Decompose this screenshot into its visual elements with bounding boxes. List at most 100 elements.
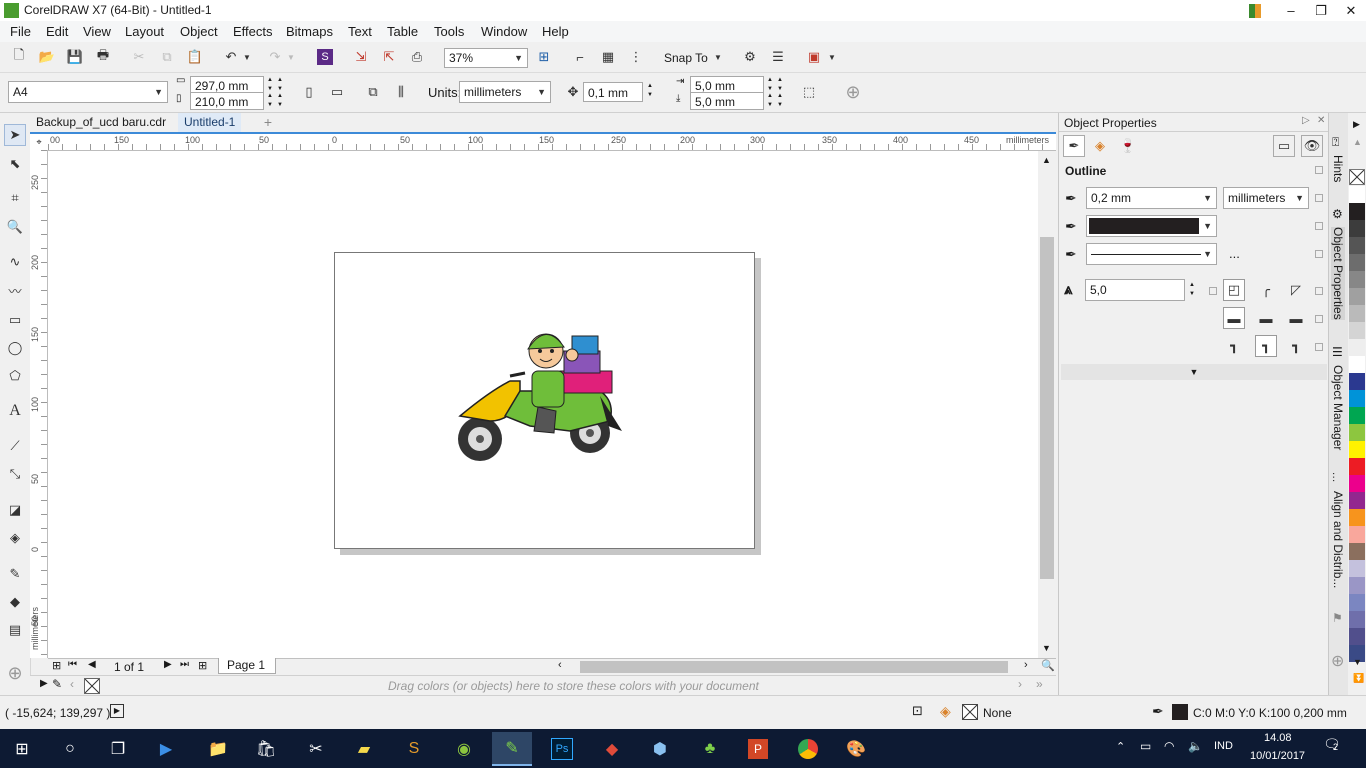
add-page-before-icon[interactable]: ⊞ [52, 659, 61, 672]
miter-limit-field[interactable]: 5,0 [1085, 279, 1185, 301]
minimize-button[interactable]: – [1276, 0, 1306, 21]
cap-butt-icon[interactable]: ▬ [1223, 307, 1245, 329]
eyedropper-icon[interactable]: ✎ [4, 563, 26, 585]
docker-view-icon[interactable]: 👁 [1301, 135, 1323, 157]
cap-square-icon[interactable]: ▬ [1285, 307, 1307, 329]
transparency-properties-icon[interactable]: 🍷 [1117, 135, 1139, 157]
pick-tool-icon[interactable]: ➤ [4, 124, 26, 146]
duplicate-x-spinner-2[interactable]: ▲ ▼ [775, 77, 785, 93]
sketchup-icon[interactable]: ◆ [592, 732, 632, 766]
color-swatch[interactable] [1349, 458, 1365, 475]
sticky-notes-icon[interactable]: ▰ [344, 732, 384, 766]
position-inside-icon[interactable]: ┓ [1285, 335, 1307, 357]
outline-width-checkbox[interactable] [1315, 194, 1323, 202]
page-height-lock[interactable]: ▲ ▼ [275, 93, 285, 109]
position-outside-icon[interactable]: ┓ [1223, 335, 1245, 357]
paint-icon[interactable]: 🎨 [836, 732, 876, 766]
smart-fill-icon[interactable]: ▤ [4, 619, 26, 641]
copy-icon[interactable]: ⧉ [156, 46, 178, 68]
language-indicator[interactable]: IND [1214, 740, 1233, 752]
polygon-tool-icon[interactable]: ⬠ [4, 365, 26, 387]
export-icon[interactable]: ⇱ [378, 46, 400, 68]
page-height-spinner[interactable]: ▲ ▼ [265, 93, 275, 109]
outline-units-dropdown[interactable]: millimeters ▼ [1223, 187, 1309, 209]
page-1-tab[interactable]: Page 1 [218, 658, 276, 674]
vertical-ruler[interactable]: 250 200 150 100 50 0 50 millimeters [30, 150, 48, 658]
scroll-left-icon[interactable]: ‹ [558, 659, 562, 671]
color-swatch[interactable] [1349, 186, 1365, 203]
current-page-icon[interactable]: ⫼ [390, 81, 412, 103]
units-dropdown[interactable]: millimeters ▼ [459, 81, 551, 103]
color-swatch[interactable] [1349, 322, 1365, 339]
scooter-courier-illustration[interactable] [450, 321, 630, 471]
line-style-checkbox[interactable] [1315, 250, 1323, 258]
line-style-dropdown[interactable]: ▼ [1086, 243, 1217, 265]
color-swatch[interactable] [1349, 390, 1365, 407]
battery-icon[interactable]: ▭ [1140, 739, 1151, 753]
new-icon[interactable]: 🗋 [8, 46, 30, 68]
menu-effects[interactable]: Effects [233, 24, 273, 39]
snipping-tool-icon[interactable]: ✂ [296, 732, 336, 766]
clover-icon[interactable]: ♣ [690, 732, 730, 766]
miter-checkbox[interactable] [1209, 287, 1217, 295]
outline-width-dropdown[interactable]: 0,2 mm ▼ [1086, 187, 1217, 209]
paste-icon[interactable]: 📋 [184, 46, 206, 68]
menu-object[interactable]: Object [180, 24, 218, 39]
rectangle-tool-icon[interactable]: ▭ [4, 309, 26, 331]
virtualbox-icon[interactable]: ⬢ [640, 732, 680, 766]
tab-align-and-distribute[interactable]: Align and Distrib... [1331, 491, 1345, 588]
grid-toggle-icon[interactable]: ▦ [597, 46, 619, 68]
snap-to-button[interactable]: Snap To [664, 51, 708, 65]
document-page[interactable] [334, 252, 755, 549]
color-swatch[interactable] [1349, 577, 1365, 594]
options-icon[interactable]: ⚙ [739, 46, 761, 68]
volume-icon[interactable]: 🔈 [1188, 739, 1203, 753]
palette-options-icon[interactable]: ▶ [1353, 119, 1360, 130]
color-swatch[interactable] [1349, 492, 1365, 509]
add-page-after-icon[interactable]: ⊞ [198, 659, 207, 672]
outline-section-checkbox[interactable] [1315, 166, 1323, 174]
docker-expand-icon[interactable]: ▷ [1302, 115, 1310, 126]
page-height-field[interactable]: 210,0 mm [190, 92, 264, 110]
guidelines-toggle-icon[interactable]: ⋮ [625, 46, 647, 68]
menu-table[interactable]: Table [387, 24, 418, 39]
fill-none-swatch[interactable] [962, 704, 978, 720]
last-page-icon[interactable]: ⏭ [180, 659, 189, 670]
palette-scroll-left-icon[interactable]: ‹ [70, 677, 74, 691]
color-swatch[interactable] [1349, 356, 1365, 373]
search-icon[interactable]: ○ [50, 732, 90, 766]
color-swatch[interactable] [1349, 237, 1365, 254]
redo-icon[interactable]: ↷ [264, 46, 286, 68]
clock-time[interactable]: 14.08 [1264, 732, 1292, 744]
application-launcher-icon[interactable]: ▣ [803, 46, 825, 68]
redo-dropdown-icon[interactable]: ▼ [284, 46, 298, 68]
color-swatch[interactable] [1349, 560, 1365, 577]
color-swatch[interactable] [1349, 475, 1365, 492]
start-button[interactable]: ⊞ [2, 732, 42, 766]
save-icon[interactable]: 💾 [64, 46, 86, 68]
drop-shadow-icon[interactable]: ◪ [4, 499, 26, 521]
palette-expand-icon[interactable]: ▶ [40, 678, 48, 689]
tab-hints[interactable]: Hints [1331, 155, 1345, 182]
file-explorer-icon[interactable]: 📁 [198, 732, 238, 766]
store-icon[interactable]: 🛍 [246, 732, 286, 766]
photoshop-icon[interactable]: Ps [542, 732, 582, 766]
restore-button[interactable]: ❐ [1306, 0, 1336, 21]
line-style-settings-button[interactable]: ... [1229, 246, 1240, 261]
shape-tool-icon[interactable]: ⬉ [4, 153, 26, 175]
miter-limit-spinner[interactable]: ▲ ▼ [1187, 282, 1197, 298]
previous-page-icon[interactable]: ◀ [88, 659, 96, 670]
expand-section-icon[interactable]: ▼ [1061, 364, 1327, 380]
open-icon[interactable]: 📂 [36, 46, 58, 68]
color-swatch[interactable] [1349, 203, 1365, 220]
print-icon[interactable]: 🖶 [92, 46, 114, 68]
color-swatch[interactable] [1349, 339, 1365, 356]
corner-round-icon[interactable]: ╭ [1255, 279, 1277, 301]
docker-close-icon[interactable]: ✕ [1317, 115, 1325, 126]
duplicate-y-spinner-2[interactable]: ▲ ▼ [775, 93, 785, 109]
tab-object-properties[interactable]: Object Properties [1331, 227, 1345, 320]
color-swatch[interactable] [1349, 509, 1365, 526]
cut-icon[interactable]: ✂ [128, 46, 150, 68]
color-swatch[interactable] [1349, 594, 1365, 611]
undo-dropdown-icon[interactable]: ▼ [240, 46, 254, 68]
